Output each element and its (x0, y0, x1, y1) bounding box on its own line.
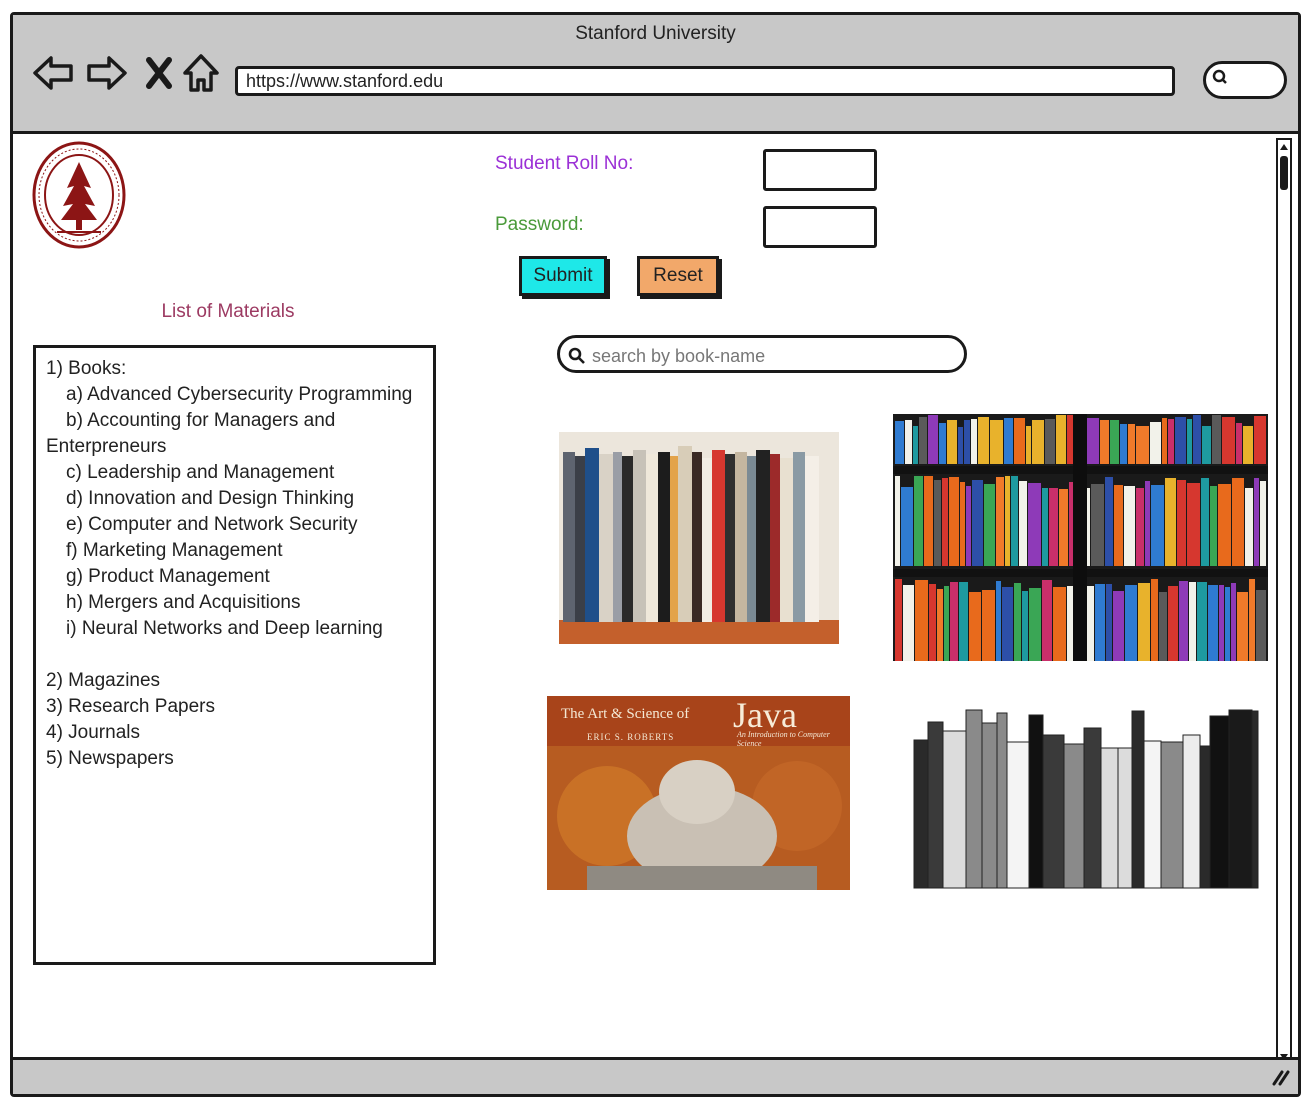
list-item-journals[interactable]: 4) Journals (46, 720, 425, 746)
password-label: Password: (495, 214, 584, 235)
cover-title-prefix: The Art & Science of (561, 706, 690, 722)
materials-title: List of Materials (161, 301, 295, 322)
materials-list-panel: 1) Books: a) Advanced Cybersecurity Prog… (33, 345, 436, 965)
list-item[interactable]: c) Leadership and Management (46, 460, 425, 486)
browser-window: Stanford University https://www.stanford… (10, 12, 1301, 1097)
book-spines-sketch-image (906, 700, 1266, 890)
search-icon (568, 347, 585, 364)
roll-number-label: Student Roll No: (495, 153, 634, 174)
window-title: Stanford University (575, 23, 736, 44)
book-search-box (557, 335, 967, 373)
list-item[interactable]: a) Advanced Cybersecurity Programming (46, 382, 425, 408)
url-input[interactable]: https://www.stanford.edu (235, 66, 1175, 96)
list-item[interactable]: b) Accounting for Managers and (46, 408, 425, 434)
list-item-magazines[interactable]: 2) Magazines (46, 668, 425, 694)
back-arrow-icon[interactable] (31, 51, 75, 95)
stop-x-icon[interactable] (137, 51, 181, 95)
book-search-input[interactable] (590, 342, 954, 370)
cover-subtitle: An Introduction to Computer Science (737, 730, 830, 748)
reset-button[interactable]: Reset (637, 256, 719, 296)
page-content: List of Materials 1) Books: a) Advanced … (13, 134, 1298, 1094)
cover-author: ERIC S. ROBERTS (587, 732, 675, 742)
search-icon (1212, 69, 1227, 84)
list-item[interactable]: h) Mergers and Acquisitions (46, 590, 425, 616)
list-item-continuation[interactable]: Enterpreneurs (46, 434, 425, 460)
home-icon[interactable] (179, 51, 223, 95)
password-input[interactable] (763, 206, 877, 248)
list-item-research-papers[interactable]: 3) Research Papers (46, 694, 425, 720)
vertical-scrollbar[interactable] (1276, 138, 1292, 1066)
scroll-up-arrow-icon[interactable] (1278, 141, 1290, 153)
java-book-cover-image: The Art & Science of Java An Introductio… (547, 696, 850, 890)
list-item[interactable]: e) Computer and Network Security (46, 512, 425, 538)
forward-arrow-icon[interactable] (85, 51, 129, 95)
browser-statusbar (13, 1057, 1298, 1094)
list-item-books[interactable]: 1) Books: (46, 356, 425, 382)
submit-button[interactable]: Submit (519, 256, 607, 296)
books-on-shelf-image (559, 432, 839, 644)
list-item[interactable]: d) Innovation and Design Thinking (46, 486, 425, 512)
bookshelf-image (893, 414, 1268, 661)
list-item[interactable]: g) Product Management (46, 564, 425, 590)
list-item[interactable]: i) Neural Networks and Deep learning (46, 616, 425, 642)
list-item-newspapers[interactable]: 5) Newspapers (46, 746, 425, 772)
browser-search-box[interactable] (1203, 61, 1287, 99)
list-item[interactable]: f) Marketing Management (46, 538, 425, 564)
roll-number-input[interactable] (763, 149, 877, 191)
browser-titlebar: Stanford University https://www.stanford… (13, 15, 1298, 134)
resize-grip-icon[interactable] (1268, 1064, 1292, 1088)
university-seal-logo (32, 141, 126, 249)
scrollbar-thumb[interactable] (1280, 156, 1288, 190)
